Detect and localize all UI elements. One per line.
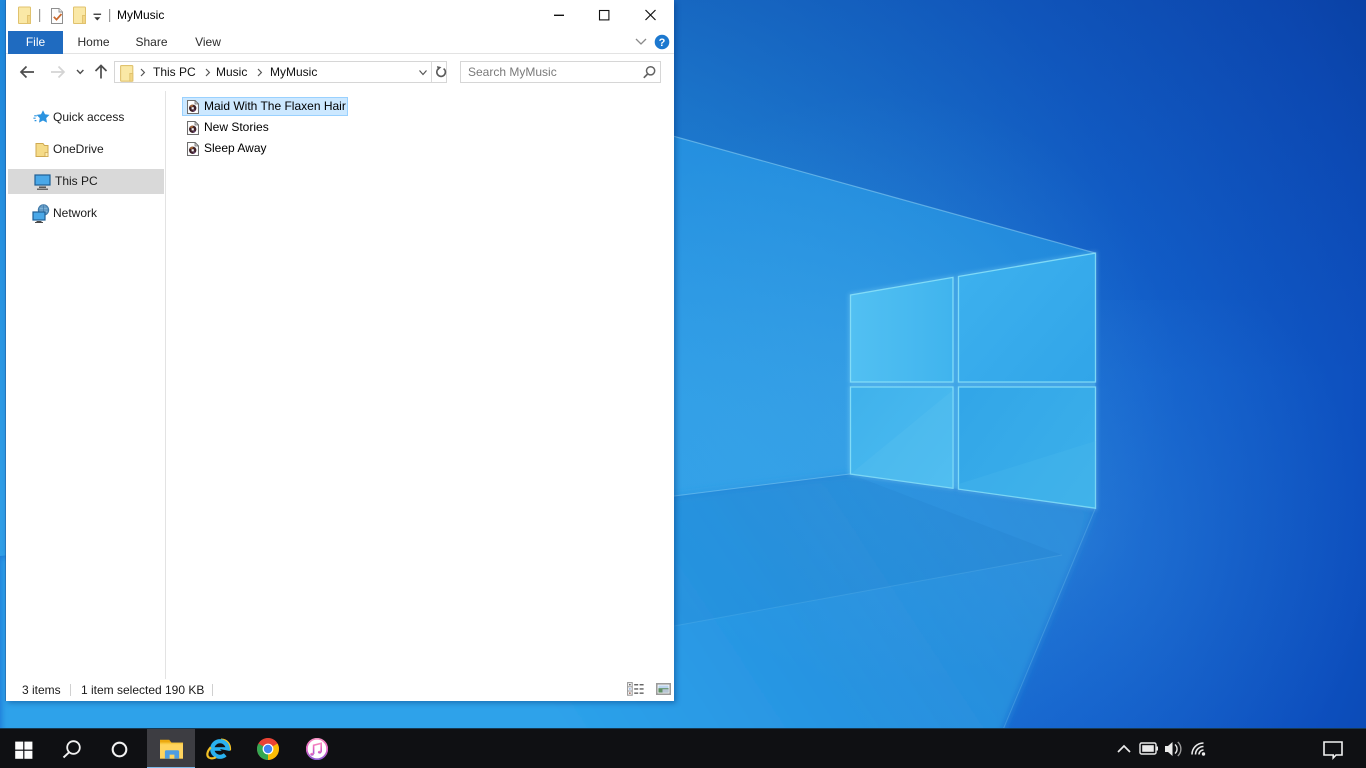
- svg-text:?: ?: [659, 37, 666, 49]
